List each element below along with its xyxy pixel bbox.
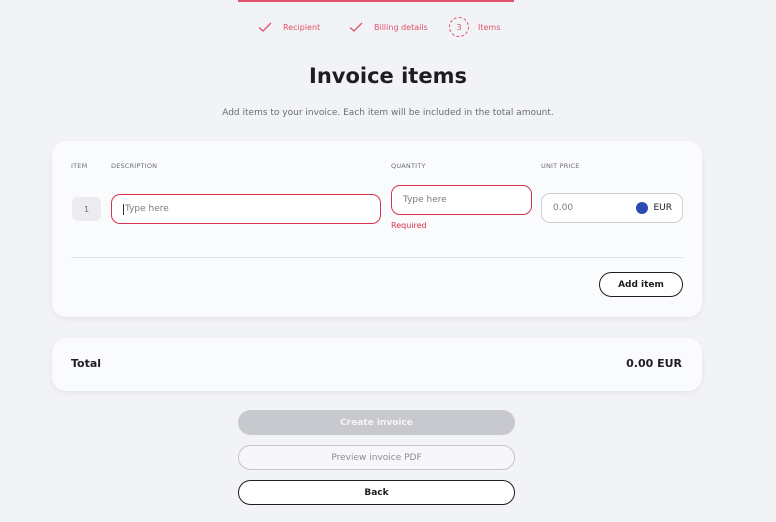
unit-price-value: 0.00 — [553, 203, 574, 213]
column-header-unit-price: UNIT PRICE — [541, 162, 580, 170]
step-recipient[interactable]: Recipient — [257, 14, 320, 40]
quantity-input[interactable]: Type here — [391, 185, 532, 215]
back-button[interactable]: Back — [238, 480, 515, 505]
currency-flag-icon — [636, 202, 649, 214]
step-number: 3 — [449, 17, 469, 37]
page-title: Invoice items — [309, 64, 467, 88]
currency-code: EUR — [653, 203, 672, 213]
invoice-items-page: Recipient Billing details 3 Items Invoic… — [0, 0, 776, 522]
preview-invoice-pdf-button[interactable]: Preview invoice PDF — [238, 445, 515, 470]
description-placeholder: Type here — [125, 204, 169, 214]
check-icon — [258, 22, 272, 32]
stepper: Recipient Billing details 3 Items — [0, 14, 776, 40]
check-icon — [349, 22, 363, 32]
item-number-badge: 1 — [72, 197, 101, 221]
total-card: Total 0.00 EUR — [52, 338, 702, 391]
step-label: Recipient — [283, 22, 321, 32]
text-caret — [123, 203, 124, 215]
total-label: Total — [71, 357, 102, 370]
step-label: Billing details — [374, 22, 428, 32]
quantity-error-message: Required — [391, 221, 427, 230]
add-item-button[interactable]: Add item — [599, 272, 683, 297]
column-header-quantity: QUANTITY — [391, 162, 426, 170]
column-header-item: ITEM — [71, 162, 88, 170]
currency-selector[interactable]: EUR — [636, 202, 672, 214]
step-items[interactable]: 3 Items — [449, 14, 500, 40]
step-billing-details[interactable]: Billing details — [348, 14, 428, 40]
step-label: Items — [478, 22, 501, 32]
total-value: 0.00 EUR — [626, 357, 682, 370]
column-header-description: DESCRIPTION — [111, 162, 158, 170]
quantity-placeholder: Type here — [403, 195, 447, 205]
divider — [71, 257, 683, 258]
unit-price-input[interactable]: 0.00 EUR — [541, 193, 683, 223]
progress-line — [238, 0, 514, 2]
description-input[interactable]: Type here — [111, 194, 381, 224]
create-invoice-button[interactable]: Create invoice — [238, 410, 515, 435]
page-subtitle: Add items to your invoice. Each item wil… — [222, 108, 554, 118]
items-card: ITEM DESCRIPTION QUANTITY UNIT PRICE 1 T… — [52, 141, 702, 317]
